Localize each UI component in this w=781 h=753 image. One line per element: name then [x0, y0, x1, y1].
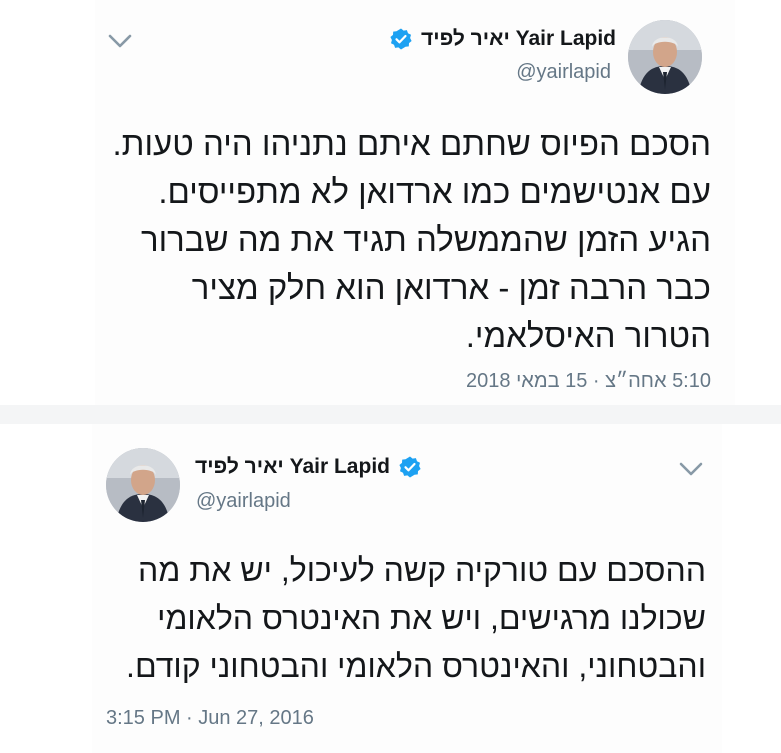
- author-name-row[interactable]: יאיר לפיד Yair Lapid: [195, 455, 422, 479]
- avatar[interactable]: [628, 20, 702, 94]
- display-name[interactable]: יאיר לפיד Yair Lapid: [195, 455, 390, 479]
- handle[interactable]: @yairlapid: [196, 490, 291, 513]
- verified-badge-icon: [398, 455, 422, 479]
- tweet-line: עם אנטישמים כמו ארדואן לא מתפייסים.: [158, 173, 711, 210]
- separator-gap: [0, 405, 781, 424]
- tweet-text: ההסכם עם טורקיה קשה לעיכול, יש את מה שכו…: [106, 546, 706, 690]
- tweet-text: הסכם הפיוס שחתם איתם נתניהו היה טעות. עם…: [91, 120, 712, 360]
- tweet-line: הטרור האיסלאמי.: [465, 317, 711, 354]
- timestamp[interactable]: 5:10 אחה״צ · 15 במאי 2018: [466, 370, 711, 393]
- display-name[interactable]: יאיר לפיד Yair Lapid: [421, 27, 616, 51]
- avatar[interactable]: [106, 448, 180, 522]
- profile-photo: [106, 448, 180, 522]
- tweet-line: והבטחוני, והאינטרס הלאומי והבטחוני קודם.: [126, 648, 706, 684]
- timestamp[interactable]: 3:15 PM · Jun 27, 2016: [106, 707, 314, 730]
- tweet-line: שכולנו מרגישים, ויש את האינטרס הלאומי: [157, 600, 706, 636]
- tweet-card-1[interactable]: יאיר לפיד Yair Lapid @yairlapid הסכם הפי…: [95, 0, 735, 405]
- profile-photo: [628, 20, 702, 94]
- tweet-card-2[interactable]: יאיר לפיד Yair Lapid @yairlapid ההסכם עם…: [92, 424, 722, 753]
- handle[interactable]: @yairlapid: [516, 61, 611, 84]
- tweet-line: ההסכם עם טורקיה קשה לעיכול, יש את מה: [138, 552, 706, 588]
- chevron-down-icon[interactable]: [678, 460, 704, 478]
- tweet-line: הגיע הזמן שהממשלה תגיד את מה שברור: [140, 221, 711, 258]
- author-name-row[interactable]: יאיר לפיד Yair Lapid: [389, 27, 616, 51]
- tweet-line: הסכם הפיוס שחתם איתם נתניהו היה טעות.: [112, 125, 712, 162]
- tweet-line: כבר הרבה זמן - ארדואן הוא חלק מציר: [191, 269, 711, 306]
- chevron-down-icon[interactable]: [107, 32, 133, 50]
- verified-badge-icon: [389, 27, 413, 51]
